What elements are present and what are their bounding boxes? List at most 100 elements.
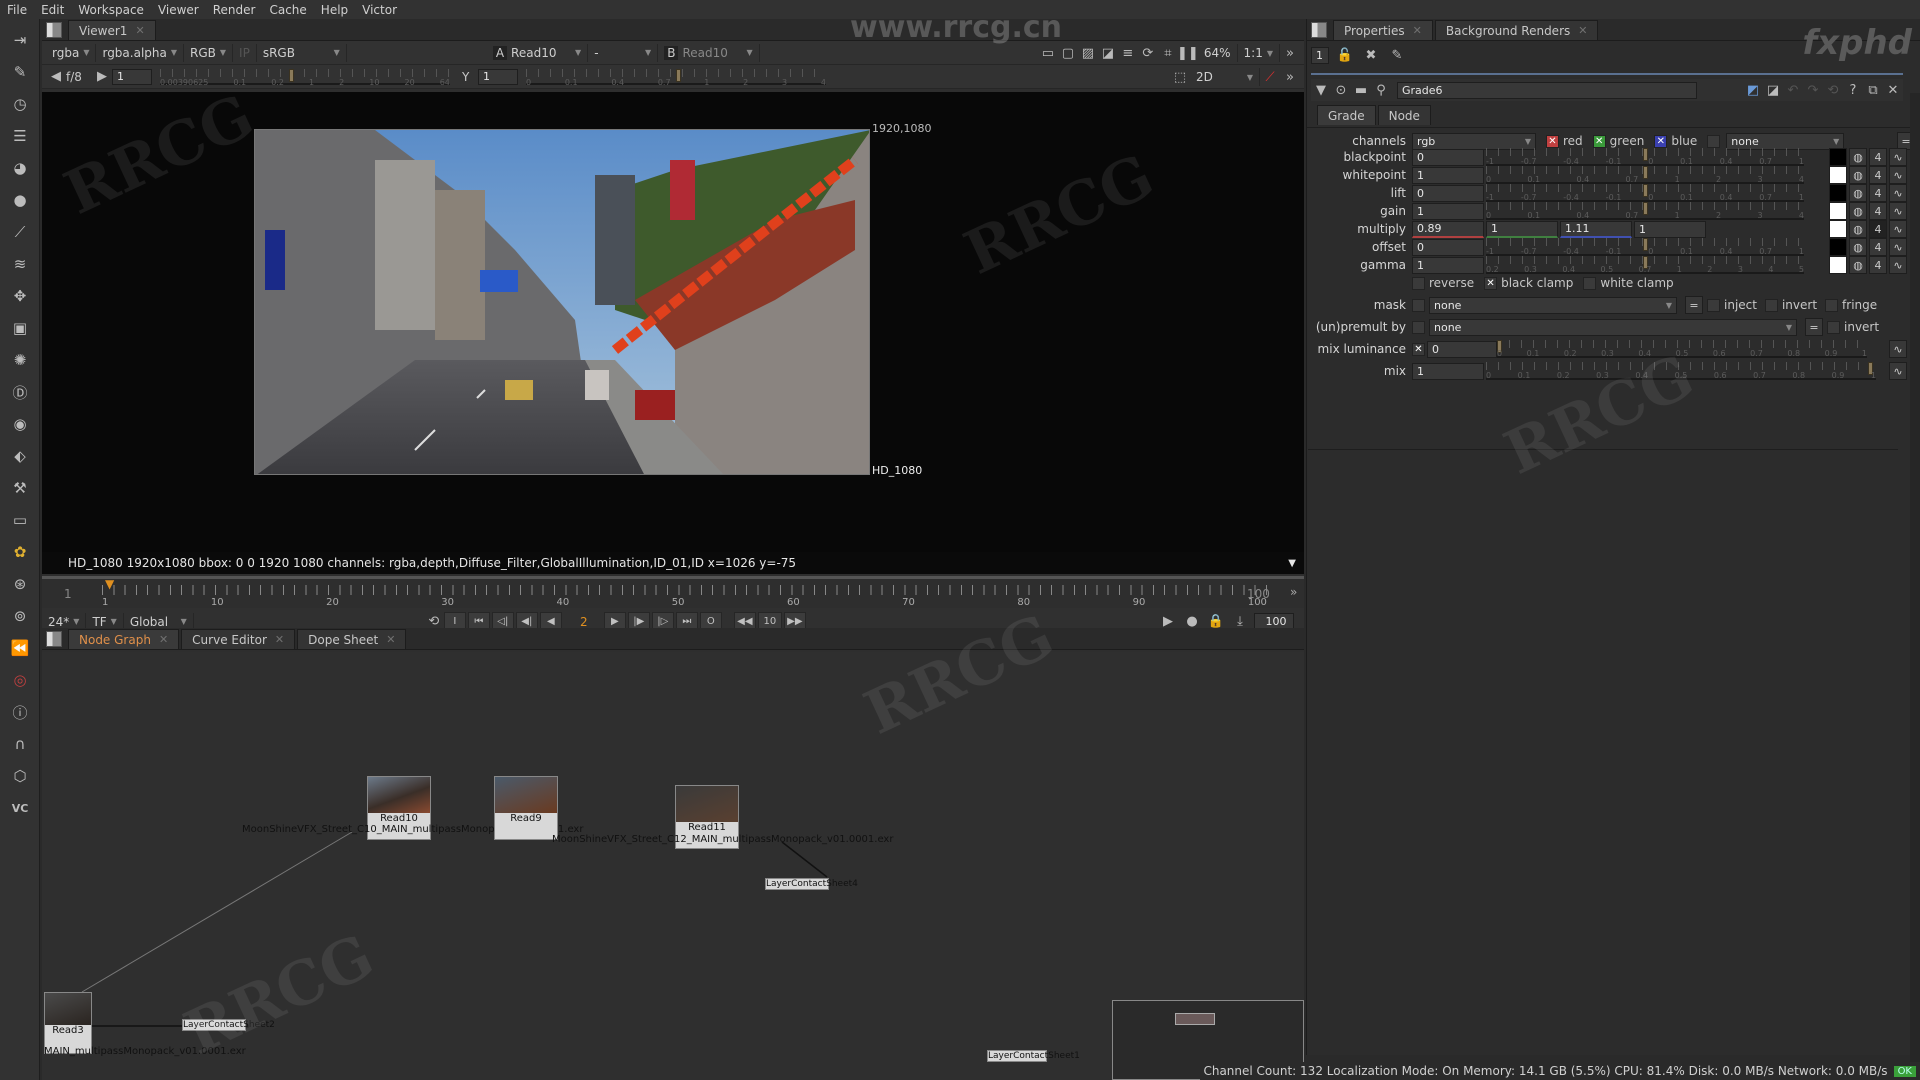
- tab-background-renders[interactable]: Background Renders ✕: [1434, 20, 1599, 40]
- channel-count-button[interactable]: 4: [1869, 238, 1887, 256]
- viewer-image[interactable]: [254, 129, 870, 475]
- viewer-viewport[interactable]: 1920,1080 HD_1080: [42, 92, 1304, 552]
- menu-workspace[interactable]: Workspace: [71, 3, 151, 17]
- pane-menu-icon[interactable]: [46, 631, 62, 647]
- blackpoint-field[interactable]: 0: [1412, 148, 1484, 166]
- mix-luminance-slider[interactable]: 0 0.1 0.2 0.3 0.4 0.5 0.6 0.7 0.8 0.9 1: [1497, 340, 1867, 358]
- close-icon[interactable]: ✕: [275, 633, 284, 646]
- lock-icon[interactable]: 🔓: [1335, 46, 1355, 64]
- deep-icon[interactable]: Ⓓ: [9, 381, 31, 403]
- node-color-icon[interactable]: ⊙: [1331, 81, 1351, 99]
- channel-count-button[interactable]: 4: [1869, 220, 1887, 238]
- display-dropdown[interactable]: RGB ▼: [184, 43, 234, 62]
- channel-count-button[interactable]: 4: [1869, 166, 1887, 184]
- image-plugin-icon[interactable]: ✿: [9, 541, 31, 563]
- zebra-icon[interactable]: ▨: [1078, 44, 1098, 62]
- cara-vr-icon[interactable]: ◎: [9, 669, 31, 691]
- other-icon[interactable]: ▭: [9, 509, 31, 531]
- close-icon[interactable]: ✕: [1883, 81, 1903, 99]
- output-color-icon[interactable]: ◪: [1763, 81, 1783, 99]
- curve-icon[interactable]: ∿: [1889, 340, 1907, 358]
- inject-checkbox[interactable]: [1707, 298, 1720, 312]
- input-a-dropdown[interactable]: A Read10 ▼: [487, 43, 589, 62]
- paint-brush-icon[interactable]: ✎: [9, 61, 31, 83]
- gain-swatch[interactable]: [1829, 202, 1847, 220]
- merge-icon[interactable]: ≋: [9, 253, 31, 275]
- edit-icon[interactable]: ✎: [1387, 46, 1407, 64]
- roi-select-icon[interactable]: ⬚: [1170, 68, 1190, 86]
- color-wheel-icon[interactable]: ◍: [1849, 148, 1867, 166]
- gamma-field[interactable]: 1: [478, 68, 518, 85]
- proxy-dropdown[interactable]: 1:1 ▼: [1238, 44, 1280, 62]
- unpremult-checkbox[interactable]: [1412, 320, 1425, 334]
- lift-slider[interactable]: -1 -0.7 -0.4 -0.1 0 0.1 0.4 0.7 1: [1486, 184, 1804, 202]
- blue-checkbox[interactable]: ✕: [1654, 134, 1668, 148]
- info-icon[interactable]: ⓘ: [9, 701, 31, 723]
- mix-field[interactable]: 1: [1412, 362, 1484, 380]
- unpremult-link-button[interactable]: =: [1805, 318, 1823, 336]
- safe-area-icon[interactable]: ▢: [1058, 44, 1078, 62]
- menu-victor[interactable]: Victor: [355, 3, 404, 17]
- mask-checkbox[interactable]: [1412, 298, 1425, 312]
- fringe-checkbox[interactable]: [1825, 298, 1839, 312]
- float-icon[interactable]: ⧉: [1863, 81, 1883, 99]
- gain-field[interactable]: 1: [112, 68, 152, 85]
- whitepoint-field[interactable]: 1: [1412, 166, 1484, 184]
- max-panels-field[interactable]: 1: [1311, 46, 1329, 64]
- expand-icon[interactable]: »: [1290, 585, 1297, 599]
- timeline[interactable]: 1 ▼ 1 10 20 30 40 50 60 70 80 90 100 100 »: [42, 576, 1304, 608]
- curve-icon[interactable]: ∿: [1889, 362, 1907, 380]
- close-icon[interactable]: ✕: [386, 633, 395, 646]
- multiply-b-field[interactable]: 1.11: [1560, 220, 1632, 238]
- multiply-swatch[interactable]: [1829, 220, 1847, 238]
- particles-icon[interactable]: ✺: [9, 349, 31, 371]
- offset-swatch[interactable]: [1829, 238, 1847, 256]
- redo-icon[interactable]: ↷: [1803, 81, 1823, 99]
- input-b-dropdown[interactable]: B Read10 ▼: [658, 43, 760, 62]
- color-wheel-icon[interactable]: ◍: [1849, 184, 1867, 202]
- reverse-checkbox[interactable]: [1412, 276, 1425, 290]
- help-icon[interactable]: ?: [1843, 81, 1863, 99]
- gain-slider[interactable]: 0 0.1 0.4 0.7 1 2 3 4: [1486, 202, 1804, 220]
- white-clamp-checkbox[interactable]: [1583, 276, 1597, 290]
- curve-icon[interactable]: ∿: [1889, 148, 1907, 166]
- tab-curve-editor[interactable]: Curve Editor ✕: [181, 629, 296, 649]
- clear-panels-icon[interactable]: ✖: [1361, 46, 1381, 64]
- color-icon[interactable]: ◕: [9, 157, 31, 179]
- multiply-r-field[interactable]: 0.89: [1412, 220, 1484, 238]
- close-icon[interactable]: ✕: [159, 633, 168, 646]
- kinect-icon[interactable]: ⬡: [9, 765, 31, 787]
- metadata-icon[interactable]: ⬖: [9, 445, 31, 467]
- color-wheel-icon[interactable]: ◍: [1849, 238, 1867, 256]
- fstop-down-icon[interactable]: ◀: [46, 68, 66, 86]
- blackpoint-swatch[interactable]: [1829, 148, 1847, 166]
- view-mode-dropdown[interactable]: 2D ▼: [1190, 68, 1260, 86]
- offset-field[interactable]: 0: [1412, 238, 1484, 256]
- menu-help[interactable]: Help: [314, 3, 355, 17]
- keylight-icon[interactable]: ⏪: [9, 637, 31, 659]
- gain-slider[interactable]: 0.00390625 0.1 0.2 1 2 10 20 64: [160, 68, 450, 87]
- curve-icon[interactable]: ∿: [1889, 184, 1907, 202]
- tab-viewer1[interactable]: Viewer1 ✕: [68, 20, 156, 40]
- mix-slider[interactable]: 0 0.1 0.2 0.3 0.4 0.5 0.6 0.7 0.8 0.9 1: [1486, 362, 1876, 380]
- zoom-level[interactable]: 64%: [1198, 44, 1238, 62]
- channel-count-button[interactable]: 4: [1869, 202, 1887, 220]
- gamma-field[interactable]: 1: [1412, 256, 1484, 274]
- revert-icon[interactable]: ⟲: [1823, 81, 1843, 99]
- fstop-up-icon[interactable]: ▶: [92, 68, 112, 86]
- node-layercontactsheet1[interactable]: LayerContactSheet1: [987, 1050, 1080, 1062]
- undo-icon[interactable]: ↶: [1783, 81, 1803, 99]
- lift-swatch[interactable]: [1829, 184, 1847, 202]
- gain-field[interactable]: 1: [1412, 202, 1484, 220]
- curve-icon[interactable]: ∿: [1889, 202, 1907, 220]
- red-checkbox[interactable]: ✕: [1546, 134, 1559, 148]
- info-collapse-icon[interactable]: ▼: [1288, 558, 1296, 569]
- curve-icon[interactable]: ∿: [1889, 220, 1907, 238]
- views-icon[interactable]: ◉: [9, 413, 31, 435]
- current-frame-field[interactable]: 2: [564, 615, 604, 629]
- mask-invert-checkbox[interactable]: [1764, 298, 1778, 312]
- mix-luminance-checkbox[interactable]: ✕: [1412, 342, 1425, 356]
- channel-icon[interactable]: ☰: [9, 125, 31, 147]
- expand-icon[interactable]: »: [1280, 68, 1300, 86]
- properties-scrollbar[interactable]: [1910, 93, 1920, 1073]
